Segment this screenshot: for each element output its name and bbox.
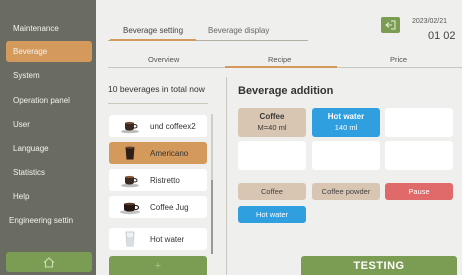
list-item[interactable]: Americano [109,142,207,164]
sidebar-item-engineering-settings[interactable]: Engineering settin [6,210,92,231]
time-display: 01 02 [428,30,456,42]
exit-button[interactable] [381,17,400,33]
espresso-cup-icon [121,175,139,188]
tab-active-indicator [110,39,196,41]
panel-divider [226,77,227,275]
list-scrollbar-thumb[interactable] [211,180,213,254]
recipe-slot-empty[interactable] [385,141,453,170]
recipe-slot-coffee[interactable]: Coffee M=40 ml [238,108,306,137]
beverage-count-label: 10 beverages in total now [108,84,205,94]
recipe-slot-empty[interactable] [312,141,380,170]
beverage-name: Hot water [150,234,185,244]
sidebar: Maintenance Beverage System Operation pa… [0,0,96,275]
exit-icon [385,20,396,30]
coffee-jug-icon [120,202,140,215]
beverage-name: Ristretto [150,175,180,185]
list-item[interactable]: Hot water [109,228,207,250]
beverage-name: Coffee Jug [150,202,189,212]
slot-name: Coffee [259,112,285,121]
americano-cup-icon [125,146,135,160]
beverage-addition-title: Beverage addition [238,85,334,97]
list-item[interactable]: Ristretto [109,169,207,191]
add-hot-water-button[interactable]: Hot water [238,206,306,223]
slot-amount: 140 ml [334,123,358,132]
tab-beverage-display[interactable]: Beverage display [208,26,269,35]
sidebar-item-maintenance[interactable]: Maintenance [6,18,92,39]
water-glass-icon [125,231,135,247]
slot-amount: M=40 ml [257,123,287,132]
beverage-name: Americano [150,148,189,158]
home-icon [43,256,55,268]
list-item[interactable]: und coffeex2 [109,115,207,137]
tab-beverage-setting[interactable]: Beverage setting [123,26,183,35]
sidebar-item-system[interactable]: System [6,65,92,86]
espresso-cup-icon [121,121,139,134]
tab-overview[interactable]: Overview [148,55,179,64]
recipe-slot-hot-water[interactable]: Hot water 140 ml [312,108,380,137]
sidebar-item-beverage[interactable]: Beverage [6,41,92,62]
sidebar-item-operation-panel[interactable]: Operation panel [6,90,92,111]
list-divider [108,103,208,104]
testing-button[interactable]: TESTING [301,256,457,275]
tab-recipe[interactable]: Recipe [268,55,291,64]
add-pause-button[interactable]: Pause [385,183,453,200]
add-coffee-button[interactable]: Coffee [238,183,306,200]
beverage-name: und coffeex2 [150,121,196,131]
home-button[interactable] [6,252,92,272]
subtab-active-indicator [225,66,337,68]
sidebar-item-language[interactable]: Language [6,138,92,159]
recipe-slot-empty[interactable] [385,108,453,137]
add-beverage-button[interactable]: + [109,256,207,275]
add-coffee-powder-button[interactable]: Coffee powder [312,183,380,200]
list-item[interactable]: Coffee Jug [109,196,207,218]
slot-name: Hot water [327,112,365,121]
sidebar-item-user[interactable]: User [6,114,92,135]
recipe-slot-empty[interactable] [238,141,306,170]
date-display: 2023/02/21 [412,18,448,25]
tab-price[interactable]: Price [390,55,407,64]
sidebar-item-statistics[interactable]: Statistics [6,162,92,183]
sidebar-item-help[interactable]: Help [6,186,92,207]
